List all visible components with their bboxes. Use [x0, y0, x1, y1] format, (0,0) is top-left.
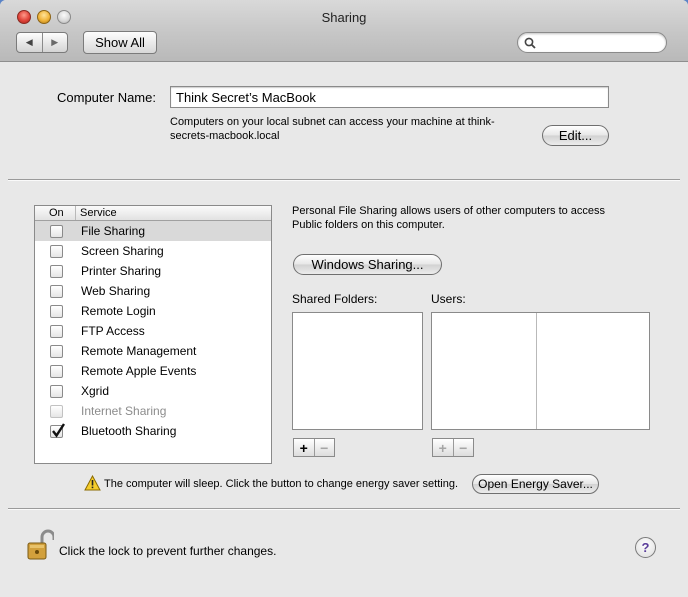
- show-all-button[interactable]: Show All: [83, 31, 157, 54]
- service-name: Remote Login: [81, 304, 156, 318]
- service-row[interactable]: Printer Sharing: [35, 261, 271, 281]
- service-name: Web Sharing: [81, 284, 151, 298]
- service-checkbox[interactable]: [50, 324, 63, 338]
- service-row[interactable]: FTP Access: [35, 321, 271, 341]
- open-energy-saver-button[interactable]: Open Energy Saver...: [472, 474, 599, 494]
- checkmark-icon: [52, 422, 66, 438]
- warning-icon: [84, 475, 101, 491]
- service-name: Xgrid: [81, 384, 110, 398]
- service-checkbox: [50, 404, 63, 418]
- service-description: Personal File Sharing allows users of ot…: [292, 204, 642, 232]
- service-row[interactable]: Remote Login: [35, 301, 271, 321]
- service-row[interactable]: Screen Sharing: [35, 241, 271, 261]
- shared-folders-list[interactable]: [292, 312, 423, 430]
- edit-button[interactable]: Edit...: [542, 125, 609, 146]
- lock-instruction-text: Click the lock to prevent further change…: [59, 544, 277, 558]
- service-name: Remote Management: [81, 344, 197, 358]
- service-name: Remote Apple Events: [81, 364, 197, 378]
- forward-arrow-icon[interactable]: ▶: [43, 33, 68, 52]
- service-list[interactable]: On Service File Sharing Screen Sharing Pri…: [34, 205, 272, 464]
- service-name: Printer Sharing: [81, 264, 162, 278]
- shared-folders-add-remove: + −: [293, 438, 335, 457]
- unlocked-padlock-icon[interactable]: [26, 529, 54, 561]
- search-field[interactable]: [517, 32, 667, 53]
- magnifier-icon: [524, 37, 536, 49]
- users-label: Users:: [431, 292, 466, 306]
- service-checkbox[interactable]: [50, 284, 63, 298]
- remove-user-button[interactable]: −: [454, 439, 474, 456]
- service-name: Bluetooth Sharing: [81, 424, 177, 438]
- sharing-window: Sharing ◀ ▶ Show All Computer Name: Comp…: [0, 0, 688, 597]
- section-divider: [8, 179, 680, 181]
- back-forward-control: ◀ ▶: [16, 32, 68, 53]
- service-name: Internet Sharing: [81, 404, 167, 418]
- help-button[interactable]: ?: [635, 537, 656, 558]
- service-checkbox[interactable]: [50, 364, 63, 378]
- service-name: FTP Access: [81, 324, 145, 338]
- service-row[interactable]: Remote Management: [35, 341, 271, 361]
- service-row[interactable]: Internet Sharing: [35, 401, 271, 421]
- service-checkbox[interactable]: [50, 244, 63, 258]
- service-name: Screen Sharing: [81, 244, 164, 258]
- description-line: Personal File Sharing allows users of ot…: [292, 205, 606, 217]
- service-row[interactable]: Web Sharing: [35, 281, 271, 301]
- service-row[interactable]: Bluetooth Sharing: [35, 421, 271, 441]
- service-name: File Sharing: [81, 224, 146, 238]
- add-shared-folder-button[interactable]: +: [294, 439, 315, 456]
- service-row[interactable]: File Sharing: [35, 221, 271, 241]
- windows-sharing-button[interactable]: Windows Sharing...: [293, 254, 442, 275]
- service-checkbox[interactable]: [50, 264, 63, 278]
- sleep-warning-text: The computer will sleep. Click the butto…: [104, 478, 459, 490]
- column-service[interactable]: Service: [76, 206, 117, 220]
- computer-name-field[interactable]: [170, 86, 609, 108]
- remove-shared-folder-button[interactable]: −: [315, 439, 335, 456]
- service-rows: File Sharing Screen Sharing Printer Sharin…: [35, 221, 271, 441]
- section-divider: [8, 508, 680, 510]
- users-add-remove: + −: [432, 438, 474, 457]
- service-checkbox[interactable]: [50, 344, 63, 358]
- users-column-divider: [536, 313, 537, 429]
- add-user-button[interactable]: +: [433, 439, 454, 456]
- description-line: secrets-macbook.local: [170, 130, 280, 142]
- service-checkbox[interactable]: [50, 422, 66, 438]
- computer-name-description: Computers on your local subnet can acces…: [170, 115, 540, 143]
- title-toolbar: Sharing ◀ ▶ Show All: [0, 0, 688, 62]
- window-title: Sharing: [321, 10, 367, 25]
- computer-name-label: Computer Name:: [57, 90, 156, 105]
- service-checkbox[interactable]: [50, 224, 63, 238]
- back-arrow-icon[interactable]: ◀: [17, 33, 43, 52]
- service-row[interactable]: Xgrid: [35, 381, 271, 401]
- description-line: Public folders on this computer.: [292, 219, 445, 231]
- shared-folders-label: Shared Folders:: [292, 292, 378, 306]
- service-checkbox[interactable]: [50, 384, 63, 398]
- column-on[interactable]: On: [35, 206, 76, 220]
- service-list-header: On Service: [35, 206, 271, 221]
- service-checkbox[interactable]: [50, 304, 63, 318]
- service-row[interactable]: Remote Apple Events: [35, 361, 271, 381]
- users-list[interactable]: [431, 312, 650, 430]
- description-line: Computers on your local subnet can acces…: [170, 116, 495, 128]
